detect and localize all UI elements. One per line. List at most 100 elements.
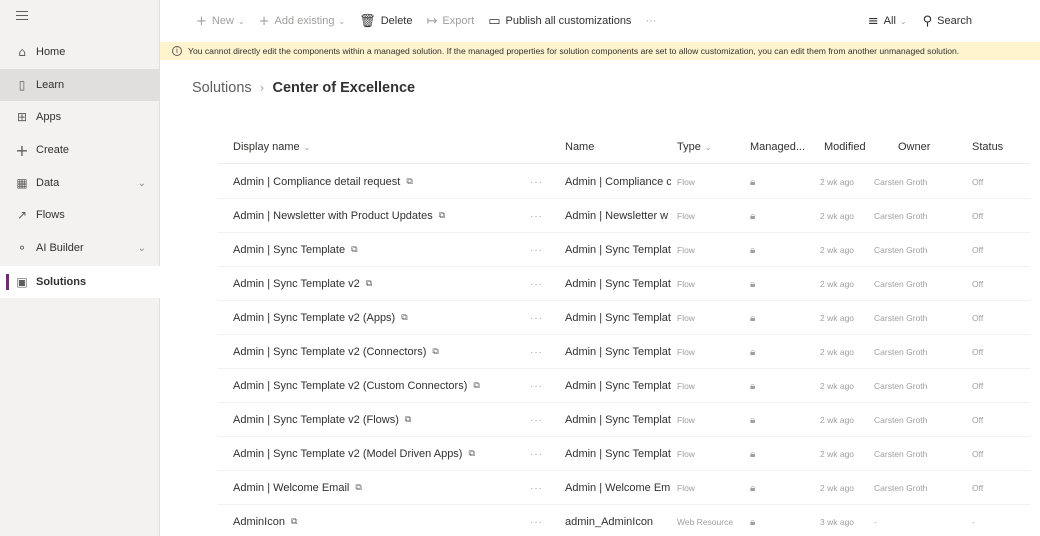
display-name-cell[interactable]: Admin | Compliance detail request ⧉ [233, 165, 533, 199]
display-name-cell[interactable]: AdminIcon ⧉ [233, 505, 533, 536]
open-external-icon[interactable]: ⧉ [291, 517, 297, 527]
publish-all-customizations-button[interactable]: ▭ Publish all customizations [488, 14, 631, 29]
chevron-right-icon: › [259, 81, 265, 95]
type-cell: Flow [677, 347, 695, 357]
row-more-actions-icon[interactable]: ··· [530, 301, 550, 335]
column-header-managed[interactable]: Managed... [750, 130, 805, 164]
display-name-cell[interactable]: Admin | Sync Template ⧉ [233, 233, 533, 267]
open-external-icon[interactable]: ⧉ [432, 347, 438, 357]
table-row[interactable]: Admin | Compliance detail request ⧉ ··· Adm… [218, 165, 1030, 199]
open-external-icon[interactable]: ⧉ [439, 211, 445, 221]
open-external-icon[interactable]: ⧉ [401, 313, 407, 323]
more-commands-button[interactable]: ··· [645, 15, 656, 27]
row-more-actions-icon[interactable]: ··· [530, 471, 550, 505]
row-more-actions-icon[interactable]: ··· [530, 369, 550, 403]
sidebar-item-home[interactable]: ⌂ Home [0, 36, 160, 68]
managed-solution-warning: i You cannot directly edit the component… [160, 42, 1040, 60]
display-name-link[interactable]: Admin | Sync Template v2 [233, 278, 360, 290]
table-row[interactable]: Admin | Sync Template v2 ⧉ ··· Admin | Sync… [218, 267, 1030, 301]
status-cell: Off [972, 313, 984, 323]
delete-button[interactable]: 🗑 Delete [359, 14, 412, 29]
add-existing-button[interactable]: + Add existing ⌄ [259, 14, 346, 29]
open-external-icon[interactable]: ⧉ [366, 279, 372, 289]
filter-dropdown[interactable]: ≡ All ⌄ [868, 14, 907, 29]
display-name-cell[interactable]: Admin | Sync Template v2 ⧉ [233, 267, 533, 301]
table-row[interactable]: Admin | Sync Template v2 (Apps) ⧉ ··· Admin… [218, 301, 1030, 335]
row-more-actions-icon[interactable]: ··· [530, 199, 550, 233]
open-external-icon[interactable]: ⧉ [468, 449, 474, 459]
display-name-cell[interactable]: Admin | Sync Template v2 (Apps) ⧉ [233, 301, 533, 335]
display-name-cell[interactable]: Admin | Newsletter with Product Updates ⧉ [233, 199, 533, 233]
table-row[interactable]: Admin | Sync Template v2 (Custom Connect… [218, 369, 1030, 403]
display-name-link[interactable]: Admin | Sync Template [233, 244, 345, 256]
type-cell: Flow [677, 313, 695, 323]
open-external-icon[interactable]: ⧉ [405, 415, 411, 425]
display-name-cell[interactable]: Admin | Sync Template v2 (Model Driven A… [233, 437, 533, 471]
chevron-down-icon[interactable]: ⌄ [138, 243, 146, 254]
new-button[interactable]: + New ⌄ [196, 14, 245, 29]
ai-builder-icon: ⚬ [16, 241, 28, 255]
display-name-link[interactable]: Admin | Sync Template v2 (Model Driven A… [233, 448, 462, 460]
open-external-icon[interactable]: ⧉ [351, 245, 357, 255]
breadcrumb-solutions-link[interactable]: Solutions [192, 80, 252, 96]
column-header-type[interactable]: Type ⌄ [677, 130, 712, 164]
row-more-actions-icon[interactable]: ··· [530, 403, 550, 437]
owner-cell: Carsten Groth [874, 211, 928, 221]
display-name-cell[interactable]: Admin | Sync Template v2 (Connectors) ⧉ [233, 335, 533, 369]
sidebar-item-learn[interactable]: ▯ Learn [0, 69, 160, 101]
row-more-actions-icon[interactable]: ··· [530, 335, 550, 369]
open-external-icon[interactable]: ⧉ [406, 177, 412, 187]
display-name-link[interactable]: Admin | Newsletter with Product Updates [233, 210, 433, 222]
table-row[interactable]: Admin | Sync Template v2 (Flows) ⧉ ··· Admi… [218, 403, 1030, 437]
sidebar-item-apps[interactable]: ⊞ Apps [0, 101, 160, 133]
display-name-link[interactable]: Admin | Sync Template v2 (Flows) [233, 414, 399, 426]
modified-cell: 3 wk ago [820, 517, 855, 527]
display-name-cell[interactable]: Admin | Sync Template v2 (Flows) ⧉ [233, 403, 533, 437]
display-name-link[interactable]: Admin | Sync Template v2 (Apps) [233, 312, 395, 324]
search-button[interactable]: ⚲ Search [923, 14, 972, 29]
sidebar-item-label: Data [36, 177, 60, 189]
display-name-cell[interactable]: Admin | Sync Template v2 (Custom Connect… [233, 369, 533, 403]
status-cell: - [972, 517, 975, 527]
table-row[interactable]: Admin | Welcome Email ⧉ ··· Admin | Welcome… [218, 471, 1030, 505]
column-header-display-name[interactable]: Display name ⌄ [233, 130, 310, 164]
table-row[interactable]: AdminIcon ⧉ ··· admin_AdminIcon Web Resource… [218, 505, 1030, 536]
plus-icon: + [15, 140, 29, 160]
sidebar-item-data[interactable]: ▦ Data ⌄ [0, 167, 160, 199]
row-more-actions-icon[interactable]: ··· [530, 233, 550, 267]
sidebar-item-create[interactable]: + Create [0, 134, 160, 166]
sidebar-item-ai-builder[interactable]: ⚬ AI Builder ⌄ [0, 232, 160, 264]
table-row[interactable]: Admin | Sync Template v2 (Model Driven A… [218, 437, 1030, 471]
sidebar-item-solutions[interactable]: ▣ Solutions [0, 266, 160, 298]
column-header-name[interactable]: Name [565, 130, 594, 164]
table-row[interactable]: Admin | Sync Template v2 (Connectors) ⧉ ··… [218, 335, 1030, 369]
apps-icon: ⊞ [16, 110, 28, 124]
open-external-icon[interactable]: ⧉ [355, 483, 361, 493]
display-name-cell[interactable]: Admin | Welcome Email ⧉ [233, 471, 533, 505]
sidebar-item-flows[interactable]: ↗ Flows [0, 199, 160, 231]
column-header-owner[interactable]: Owner [898, 130, 930, 164]
breadcrumb: Solutions › Center of Excellence [192, 78, 415, 98]
row-more-actions-icon[interactable]: ··· [530, 505, 550, 536]
table-row[interactable]: Admin | Newsletter with Product Updates ⧉… [218, 199, 1030, 233]
display-name-link[interactable]: Admin | Compliance detail request [233, 176, 400, 188]
display-name-link[interactable]: AdminIcon [233, 516, 285, 528]
display-name-link[interactable]: Admin | Welcome Email [233, 482, 349, 494]
lock-icon: 🔒︎ [750, 312, 756, 324]
info-icon: i [172, 46, 182, 56]
display-name-link[interactable]: Admin | Sync Template v2 (Custom Connect… [233, 380, 467, 392]
row-more-actions-icon[interactable]: ··· [530, 437, 550, 471]
owner-cell: Carsten Groth [874, 245, 928, 255]
row-more-actions-icon[interactable]: ··· [530, 267, 550, 301]
open-external-icon[interactable]: ⧉ [473, 381, 479, 391]
row-more-actions-icon[interactable]: ··· [530, 165, 550, 199]
chevron-down-icon[interactable]: ⌄ [138, 178, 146, 189]
export-button[interactable]: ↦ Export [426, 14, 474, 29]
status-cell: Off [972, 347, 984, 357]
hamburger-menu-icon[interactable] [16, 11, 28, 21]
column-header-modified[interactable]: Modified [824, 130, 866, 164]
flow-icon: ↗ [16, 208, 28, 222]
column-header-status[interactable]: Status [972, 130, 1003, 164]
table-row[interactable]: Admin | Sync Template ⧉ ··· Admin | Sync Te… [218, 233, 1030, 267]
display-name-link[interactable]: Admin | Sync Template v2 (Connectors) [233, 346, 426, 358]
